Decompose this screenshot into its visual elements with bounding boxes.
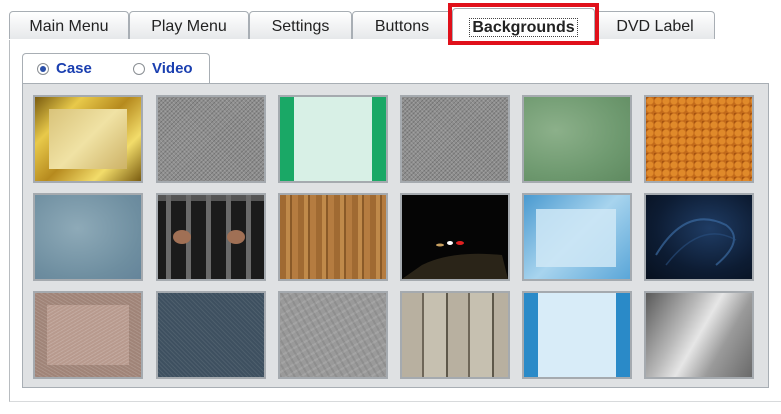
tab-settings[interactable]: Settings — [249, 11, 352, 39]
video-radio-icon[interactable] — [133, 62, 145, 75]
tab-play-menu[interactable]: Play Menu — [129, 11, 249, 39]
video-label: Video — [152, 60, 193, 77]
tab-backgrounds[interactable]: Backgrounds — [452, 8, 595, 41]
gray-noise-background-thumb-2[interactable] — [400, 95, 510, 183]
background-grid — [22, 83, 769, 388]
sky-blue-frame-background-thumb[interactable] — [522, 193, 632, 281]
light-blue-stripes-background-thumb[interactable] — [522, 291, 632, 379]
dark-blue-swirl-background-thumb[interactable] — [644, 193, 754, 281]
gray-noise-background-thumb[interactable] — [156, 95, 266, 183]
tab-main-menu[interactable]: Main Menu — [9, 11, 129, 39]
video-option[interactable]: Video — [133, 60, 193, 77]
green-clouds-background-thumb[interactable] — [522, 95, 632, 183]
night-road-icon — [402, 195, 508, 279]
tab-dvd-label[interactable]: DVD Label — [595, 11, 715, 39]
rose-granite-frame-background-thumb[interactable] — [33, 291, 143, 379]
swirl-icon — [655, 218, 737, 266]
barn-wood-background-thumb[interactable] — [400, 291, 510, 379]
tab-backgrounds-label: Backgrounds — [469, 18, 578, 37]
prison-bars-icon — [158, 195, 264, 279]
tab-buttons[interactable]: Buttons — [352, 11, 452, 39]
background-source-tabs: Case Video — [22, 53, 210, 83]
wood-planks-background-thumb[interactable] — [278, 193, 388, 281]
gold-frame-background-thumb[interactable] — [33, 95, 143, 183]
denim-background-thumb[interactable] — [156, 291, 266, 379]
tab-strip: Main Menu Play Menu Settings Buttons Bac… — [0, 0, 781, 45]
night-road-background-thumb[interactable] — [400, 193, 510, 281]
case-label: Case — [56, 60, 92, 77]
case-radio-icon[interactable] — [37, 62, 49, 75]
prison-bars-background-thumb[interactable] — [156, 193, 266, 281]
stone-texture-background-thumb[interactable] — [278, 291, 388, 379]
case-option[interactable]: Case — [37, 60, 92, 77]
brushed-metal-background-thumb[interactable] — [644, 291, 754, 379]
orange-pattern-background-thumb[interactable] — [644, 95, 754, 183]
blue-gray-clouds-background-thumb[interactable] — [33, 193, 143, 281]
mint-green-stripes-background-thumb[interactable] — [278, 95, 388, 183]
